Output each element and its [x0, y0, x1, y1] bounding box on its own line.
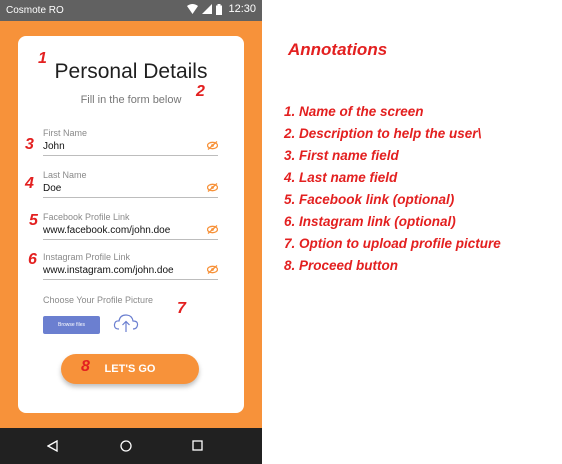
browse-files-button[interactable]: Browse files: [43, 316, 100, 334]
marker-8: 8: [81, 358, 90, 375]
annotation-item: 2. Description to help the user\: [284, 126, 482, 141]
battery-icon: [216, 3, 223, 15]
marker-7: 7: [177, 300, 186, 317]
annotation-item: 5. Facebook link (optional): [284, 192, 455, 207]
page-subtitle: Fill in the form below: [80, 94, 182, 106]
instagram-link-label: Instagram Profile Link: [43, 252, 131, 262]
facebook-link-value[interactable]: www.facebook.com/john.doe: [43, 225, 218, 236]
marker-5: 5: [29, 212, 38, 229]
annotation-item: 7. Option to upload profile picture: [284, 236, 501, 251]
annotation-item: 8. Proceed button: [284, 258, 399, 273]
clock: 12:30: [228, 3, 256, 15]
instagram-link-value[interactable]: www.instagram.com/john.doe: [43, 265, 218, 276]
instagram-link-field[interactable]: Instagram Profile Link www.instagram.com…: [43, 252, 218, 280]
annotation-item: 1. Name of the screen: [284, 104, 424, 119]
wifi-icon: [187, 4, 199, 14]
last-name-value[interactable]: Doe: [43, 183, 218, 194]
marker-1: 1: [38, 50, 47, 67]
back-icon[interactable]: [47, 440, 58, 452]
home-icon[interactable]: [120, 440, 132, 452]
first-name-value[interactable]: John: [43, 141, 218, 152]
marker-2: 2: [196, 83, 205, 100]
form-card: Personal Details Fill in the form below …: [18, 36, 244, 413]
cloud-upload-icon[interactable]: [113, 313, 139, 333]
visibility-off-icon[interactable]: [207, 183, 218, 192]
page-title: Personal Details: [54, 60, 208, 83]
annotation-item: 6. Instagram link (optional): [284, 214, 456, 229]
last-name-field[interactable]: Last Name Doe: [43, 170, 218, 198]
recent-apps-icon[interactable]: [192, 440, 203, 451]
visibility-off-icon[interactable]: [207, 225, 218, 234]
marker-6: 6: [28, 251, 37, 268]
navigation-bar: [0, 428, 262, 464]
marker-4: 4: [25, 175, 34, 192]
visibility-off-icon[interactable]: [207, 265, 218, 274]
signal-icon: [202, 4, 213, 14]
first-name-label: First Name: [43, 128, 88, 138]
marker-3: 3: [25, 136, 34, 153]
annotations-title: Annotations: [288, 40, 388, 59]
annotations-list: 1. Name of the screen 2. Description to …: [284, 103, 501, 279]
carrier-name: Cosmote RO: [6, 5, 64, 16]
first-name-field[interactable]: First Name John: [43, 128, 218, 156]
annotation-item: 4. Last name field: [284, 170, 398, 185]
phone-mockup: Cosmote RO 12:30 Personal Details Fill i…: [0, 0, 262, 464]
annotation-item: 3. First name field: [284, 148, 399, 163]
last-name-label: Last Name: [43, 170, 87, 180]
status-bar: Cosmote RO 12:30: [0, 0, 262, 21]
facebook-link-label: Facebook Profile Link: [43, 212, 130, 222]
status-icons: 12:30: [187, 3, 256, 15]
profile-picture-label: Choose Your Profile Picture: [43, 295, 154, 305]
visibility-off-icon[interactable]: [207, 141, 218, 150]
facebook-link-field[interactable]: Facebook Profile Link www.facebook.com/j…: [43, 212, 218, 240]
